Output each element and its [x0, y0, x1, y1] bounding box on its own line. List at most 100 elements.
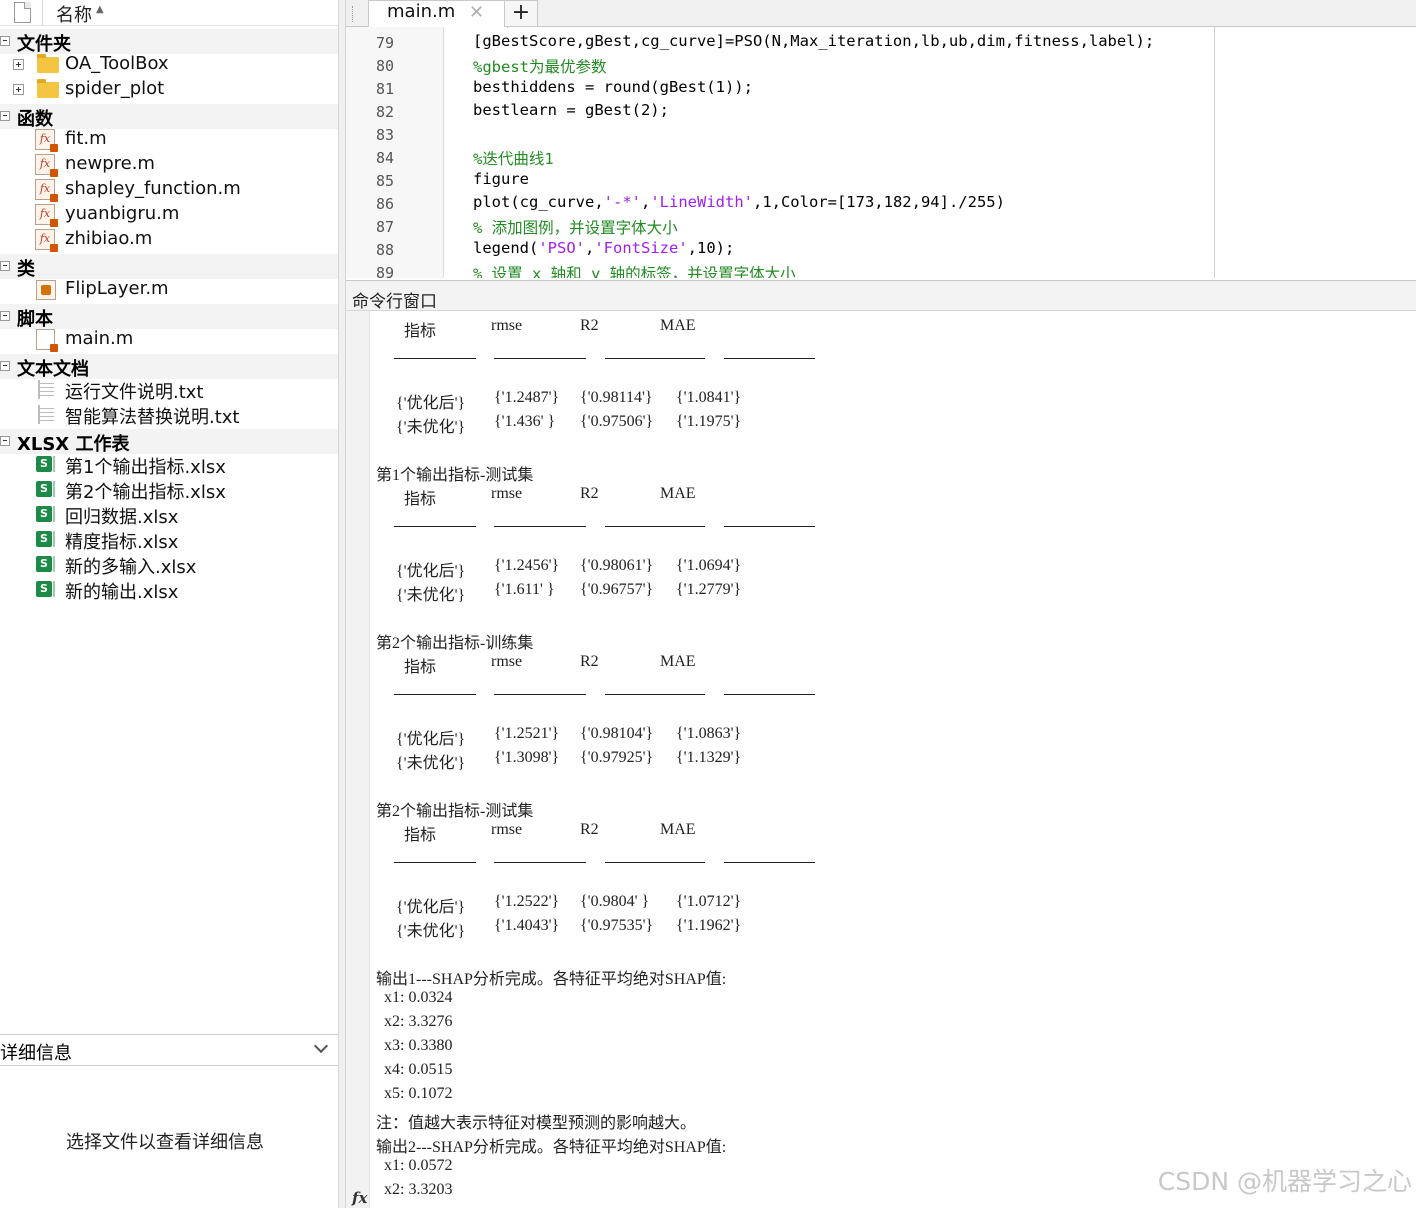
spreadsheet-icon: S	[36, 456, 55, 472]
folder-item[interactable]: spider_plot	[0, 77, 338, 102]
function-file-item[interactable]: fx yuanbigru.m	[0, 202, 338, 227]
code-line: besthiddens = round(gBest(1));	[473, 78, 753, 96]
function-browser-icon[interactable]: fx	[352, 1189, 367, 1207]
table-header-rule	[605, 358, 705, 359]
close-icon[interactable]: ✕	[469, 2, 484, 23]
chevron-down-icon[interactable]	[313, 1038, 329, 1054]
function-file-item[interactable]: fx zhibiao.m	[0, 227, 338, 252]
group-text-documents[interactable]: 文本文档	[0, 354, 338, 380]
line-number: 89	[376, 264, 395, 278]
text-file-item[interactable]: 智能算法替换说明.txt	[0, 402, 338, 428]
collapse-icon[interactable]	[0, 361, 10, 371]
expand-icon[interactable]	[13, 59, 24, 70]
table-cell: {'0.96757'}	[580, 581, 654, 598]
xlsx-file-item[interactable]: S 回归数据.xlsx	[0, 502, 338, 528]
table-cell: {'未优化'}	[396, 923, 466, 940]
class-file-icon	[36, 280, 56, 300]
function-file-icon: fx	[35, 179, 58, 202]
spreadsheet-icon: S	[36, 531, 55, 547]
item-label: 新的多输入.xlsx	[65, 557, 197, 578]
table-header-cell: MAE	[660, 653, 696, 670]
code-string: 'LineWidth'	[650, 193, 753, 211]
code-line-comment: % 添加图例，并设置字体大小	[473, 219, 678, 237]
code-token: legend(	[473, 239, 539, 257]
group-functions[interactable]: 函数	[0, 104, 338, 130]
table-cell: {'1.2456'}	[494, 557, 560, 574]
item-label: main.m	[65, 328, 134, 349]
table-cell: {'优化后'}	[396, 563, 466, 580]
browser-column-header[interactable]: 名称 ▲	[0, 0, 338, 26]
expand-icon[interactable]	[13, 84, 24, 95]
table-header-cell: MAE	[660, 485, 696, 502]
item-label: 智能算法替换说明.txt	[65, 407, 240, 428]
xlsx-file-item[interactable]: S 新的输出.xlsx	[0, 577, 338, 603]
drag-grip-icon[interactable]	[352, 6, 354, 22]
class-file-item[interactable]: FlipLayer.m	[0, 277, 338, 302]
line-number: 80	[376, 57, 395, 75]
table-cell: {'优化后'}	[396, 731, 466, 748]
table-cell: {'1.0841'}	[676, 389, 742, 406]
table-header-cell: R2	[580, 317, 599, 334]
table-header-rule	[724, 694, 815, 695]
line-number: 86	[376, 195, 395, 213]
group-classes[interactable]: 类	[0, 254, 338, 280]
script-file-item[interactable]: main.m	[0, 327, 338, 352]
function-file-icon: fx	[35, 154, 58, 177]
panel-splitter[interactable]	[338, 0, 346, 1208]
table-cell: {'1.0863'}	[676, 725, 742, 742]
table-section-title: 第2个输出指标-测试集	[376, 803, 534, 820]
collapse-icon[interactable]	[0, 311, 10, 321]
collapse-icon[interactable]	[0, 436, 10, 446]
function-file-item[interactable]: fx newpre.m	[0, 152, 338, 177]
table-header-cell: rmse	[491, 653, 523, 670]
table-header-rule	[394, 358, 476, 359]
tab-main-m[interactable]: main.m ✕	[368, 0, 508, 28]
shap-summary-title: 输出2---SHAP分析完成。各特征平均绝对SHAP值:	[376, 1139, 727, 1156]
text-file-item[interactable]: 运行文件说明.txt	[0, 377, 338, 403]
collapse-icon[interactable]	[0, 261, 10, 271]
xlsx-file-item[interactable]: S 精度指标.xlsx	[0, 527, 338, 553]
xlsx-file-item[interactable]: S 第2个输出指标.xlsx	[0, 477, 338, 503]
name-column-label[interactable]: 名称	[56, 1, 92, 27]
item-label: yuanbigru.m	[65, 203, 180, 224]
new-tab-button[interactable]: +	[504, 0, 538, 27]
table-header-rule	[605, 694, 705, 695]
table-header-rule	[394, 862, 476, 863]
file-type-icon	[14, 2, 31, 23]
shap-value: x5: 0.1072	[384, 1085, 453, 1102]
code-token: ,	[585, 239, 595, 257]
collapse-icon[interactable]	[0, 36, 10, 46]
code-line-comment: %迭代曲线1	[473, 150, 554, 168]
line-number: 88	[376, 241, 395, 259]
shap-value: x2: 3.3203	[384, 1181, 453, 1198]
sort-ascending-icon[interactable]: ▲	[96, 4, 104, 15]
table-header-cell: 指标	[404, 659, 437, 676]
details-panel-header[interactable]: 详细信息	[0, 1034, 338, 1066]
table-header-rule	[394, 526, 476, 527]
line-number: 85	[376, 172, 395, 190]
code-line-comment: % 设置 x 轴和 y 轴的标签，并设置字体大小	[473, 265, 796, 278]
column-divider	[42, 0, 43, 26]
xlsx-file-item[interactable]: S 第1个输出指标.xlsx	[0, 452, 338, 478]
code-line: [gBestScore,gBest,cg_curve]=PSO(N,Max_it…	[473, 32, 1155, 50]
function-file-item[interactable]: fx shapley_function.m	[0, 177, 338, 202]
line-number: 83	[376, 126, 395, 144]
table-header-rule	[494, 694, 586, 695]
function-file-item[interactable]: fx fit.m	[0, 127, 338, 152]
table-header-cell: 指标	[404, 827, 437, 844]
item-label: 新的输出.xlsx	[65, 582, 179, 603]
group-scripts[interactable]: 脚本	[0, 304, 338, 330]
command-window[interactable]: fx 指标 rmse R2 MAE {'优化后'} {'1.2487'} {'0.98114…	[346, 311, 1416, 1208]
table-header-cell: R2	[580, 821, 599, 838]
text-file-icon	[38, 380, 54, 399]
group-folders[interactable]: 文件夹	[0, 29, 338, 55]
shap-value: x1: 0.0572	[384, 1157, 453, 1174]
function-file-icon: fx	[35, 204, 58, 227]
group-xlsx-sheets[interactable]: XLSX 工作表	[0, 429, 338, 455]
collapse-icon[interactable]	[0, 111, 10, 121]
table-header-cell: rmse	[491, 485, 523, 502]
folder-item[interactable]: OA_ToolBox	[0, 52, 338, 77]
xlsx-file-item[interactable]: S 新的多输入.xlsx	[0, 552, 338, 578]
command-window-titlebar[interactable]: 命令行窗口	[346, 280, 1416, 312]
code-editor[interactable]: [gBestScore,gBest,cg_curve]=PSO(N,Max_it…	[445, 27, 1215, 278]
